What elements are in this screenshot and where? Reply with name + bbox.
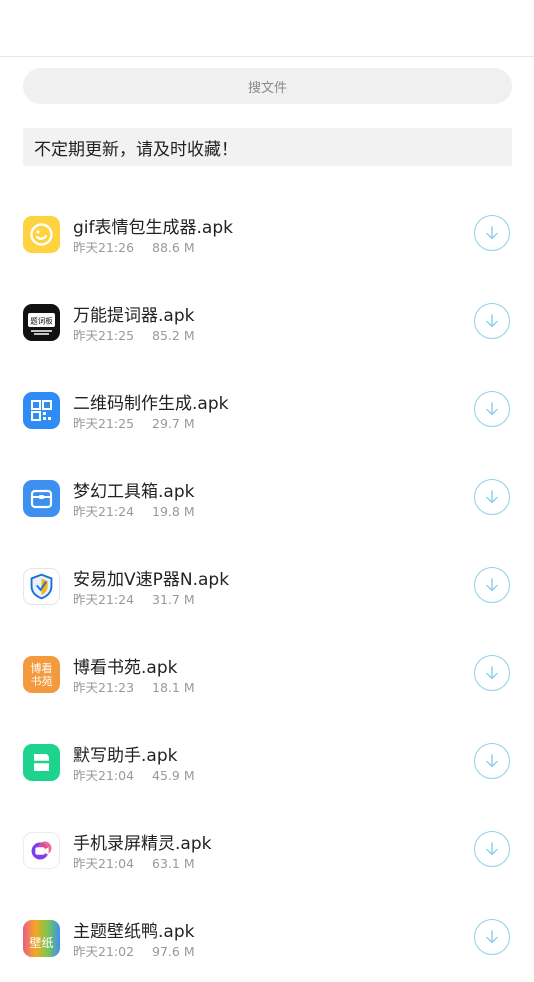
bokan-book-icon: 博看 书苑 (23, 656, 60, 693)
file-time: 昨天21:26 (73, 240, 135, 255)
file-meta: 昨天21:23 18.1 M (73, 677, 195, 696)
file-row[interactable]: 安易加V速P器N.apk 昨天21:24 31.7 M (0, 542, 534, 630)
file-row[interactable]: 手机录屏精灵.apk 昨天21:04 63.1 M (0, 806, 534, 894)
download-icon (486, 226, 498, 240)
download-button[interactable] (474, 391, 510, 427)
file-time: 昨天21:04 (73, 768, 135, 783)
file-name: 梦幻工具箱.apk (73, 482, 195, 502)
search-placeholder: 搜文件 (247, 80, 287, 96)
download-button[interactable] (474, 831, 510, 867)
dictation-icon (23, 744, 60, 781)
file-size: 63.1 M (152, 856, 195, 871)
top-bar (0, 0, 534, 57)
download-icon (486, 842, 498, 856)
file-meta: 昨天21:25 29.7 M (73, 413, 195, 432)
file-row[interactable]: gif表情包生成器.apk 昨天21:26 88.6 M (0, 190, 534, 278)
download-icon (486, 666, 498, 680)
file-size: 29.7 M (152, 416, 195, 431)
file-size: 88.6 M (152, 240, 195, 255)
file-meta: 昨天21:02 97.6 M (73, 941, 195, 960)
download-icon (486, 754, 498, 768)
file-meta: 昨天21:04 45.9 M (73, 765, 195, 784)
file-time: 昨天21:04 (73, 856, 135, 871)
download-button[interactable] (474, 567, 510, 603)
file-size: 31.7 M (152, 592, 195, 607)
screen-recorder-icon (23, 832, 60, 869)
file-meta: 昨天21:24 31.7 M (73, 589, 195, 608)
file-time: 昨天21:25 (73, 328, 135, 343)
file-name: 主题壁纸鸭.apk (73, 922, 195, 942)
download-icon (486, 314, 498, 328)
file-time: 昨天21:02 (73, 944, 135, 959)
file-meta: 昨天21:24 19.8 M (73, 501, 195, 520)
download-icon (486, 578, 498, 592)
search-input[interactable]: 搜文件 (23, 68, 512, 104)
file-row[interactable]: 默写助手.apk 昨天21:04 45.9 M (0, 718, 534, 806)
gif-maker-icon (23, 216, 60, 253)
file-size: 19.8 M (152, 504, 195, 519)
shield-icon (23, 568, 60, 605)
download-button[interactable] (474, 655, 510, 691)
file-meta: 昨天21:04 63.1 M (73, 853, 195, 872)
notice-text: 不定期更新，请及时收藏！ (34, 139, 238, 160)
file-time: 昨天21:25 (73, 416, 135, 431)
file-size: 45.9 M (152, 768, 195, 783)
teleprompter-icon-text: 题词板 (30, 316, 53, 326)
file-size: 97.6 M (152, 944, 195, 959)
notice-banner: 不定期更新，请及时收藏！ (23, 128, 512, 166)
file-name: gif表情包生成器.apk (73, 218, 233, 238)
file-name: 安易加V速P器N.apk (73, 570, 230, 590)
file-name: 手机录屏精灵.apk (73, 834, 212, 854)
download-button[interactable] (474, 479, 510, 515)
file-list: gif表情包生成器.apk 昨天21:26 88.6 M 题词板 万能提词器.ap… (0, 190, 534, 982)
wallpaper-icon: 壁纸 (23, 920, 60, 957)
file-row[interactable]: 二维码制作生成.apk 昨天21:25 29.7 M (0, 366, 534, 454)
file-size: 18.1 M (152, 680, 195, 695)
file-meta: 昨天21:26 88.6 M (73, 237, 195, 256)
file-row[interactable]: 博看 书苑 博看书苑.apk 昨天21:23 18.1 M (0, 630, 534, 718)
download-icon (486, 402, 498, 416)
download-button[interactable] (474, 215, 510, 251)
file-row[interactable]: 题词板 万能提词器.apk 昨天21:25 85.2 M (0, 278, 534, 366)
svg-text:书苑: 书苑 (31, 675, 53, 688)
file-row[interactable]: 壁纸 主题壁纸鸭.apk 昨天21:02 97.6 M (0, 894, 534, 982)
file-time: 昨天21:24 (73, 504, 135, 519)
file-name: 博看书苑.apk (73, 658, 178, 678)
download-button[interactable] (474, 303, 510, 339)
file-size: 85.2 M (152, 328, 195, 343)
file-row[interactable]: 梦幻工具箱.apk 昨天21:24 19.8 M (0, 454, 534, 542)
teleprompter-icon: 题词板 (23, 304, 60, 341)
qr-code-icon (23, 392, 60, 429)
toolbox-icon (23, 480, 60, 517)
file-name: 万能提词器.apk (73, 306, 195, 326)
file-name: 默写助手.apk (73, 746, 178, 766)
download-button[interactable] (474, 743, 510, 779)
download-button[interactable] (474, 919, 510, 955)
file-meta: 昨天21:25 85.2 M (73, 325, 195, 344)
file-time: 昨天21:24 (73, 592, 135, 607)
download-icon (486, 930, 498, 944)
wallpaper-icon-text: 壁纸 (29, 935, 53, 950)
svg-text:博看: 博看 (31, 661, 53, 675)
file-time: 昨天21:23 (73, 680, 135, 695)
download-icon (486, 490, 498, 504)
file-name: 二维码制作生成.apk (73, 394, 229, 414)
